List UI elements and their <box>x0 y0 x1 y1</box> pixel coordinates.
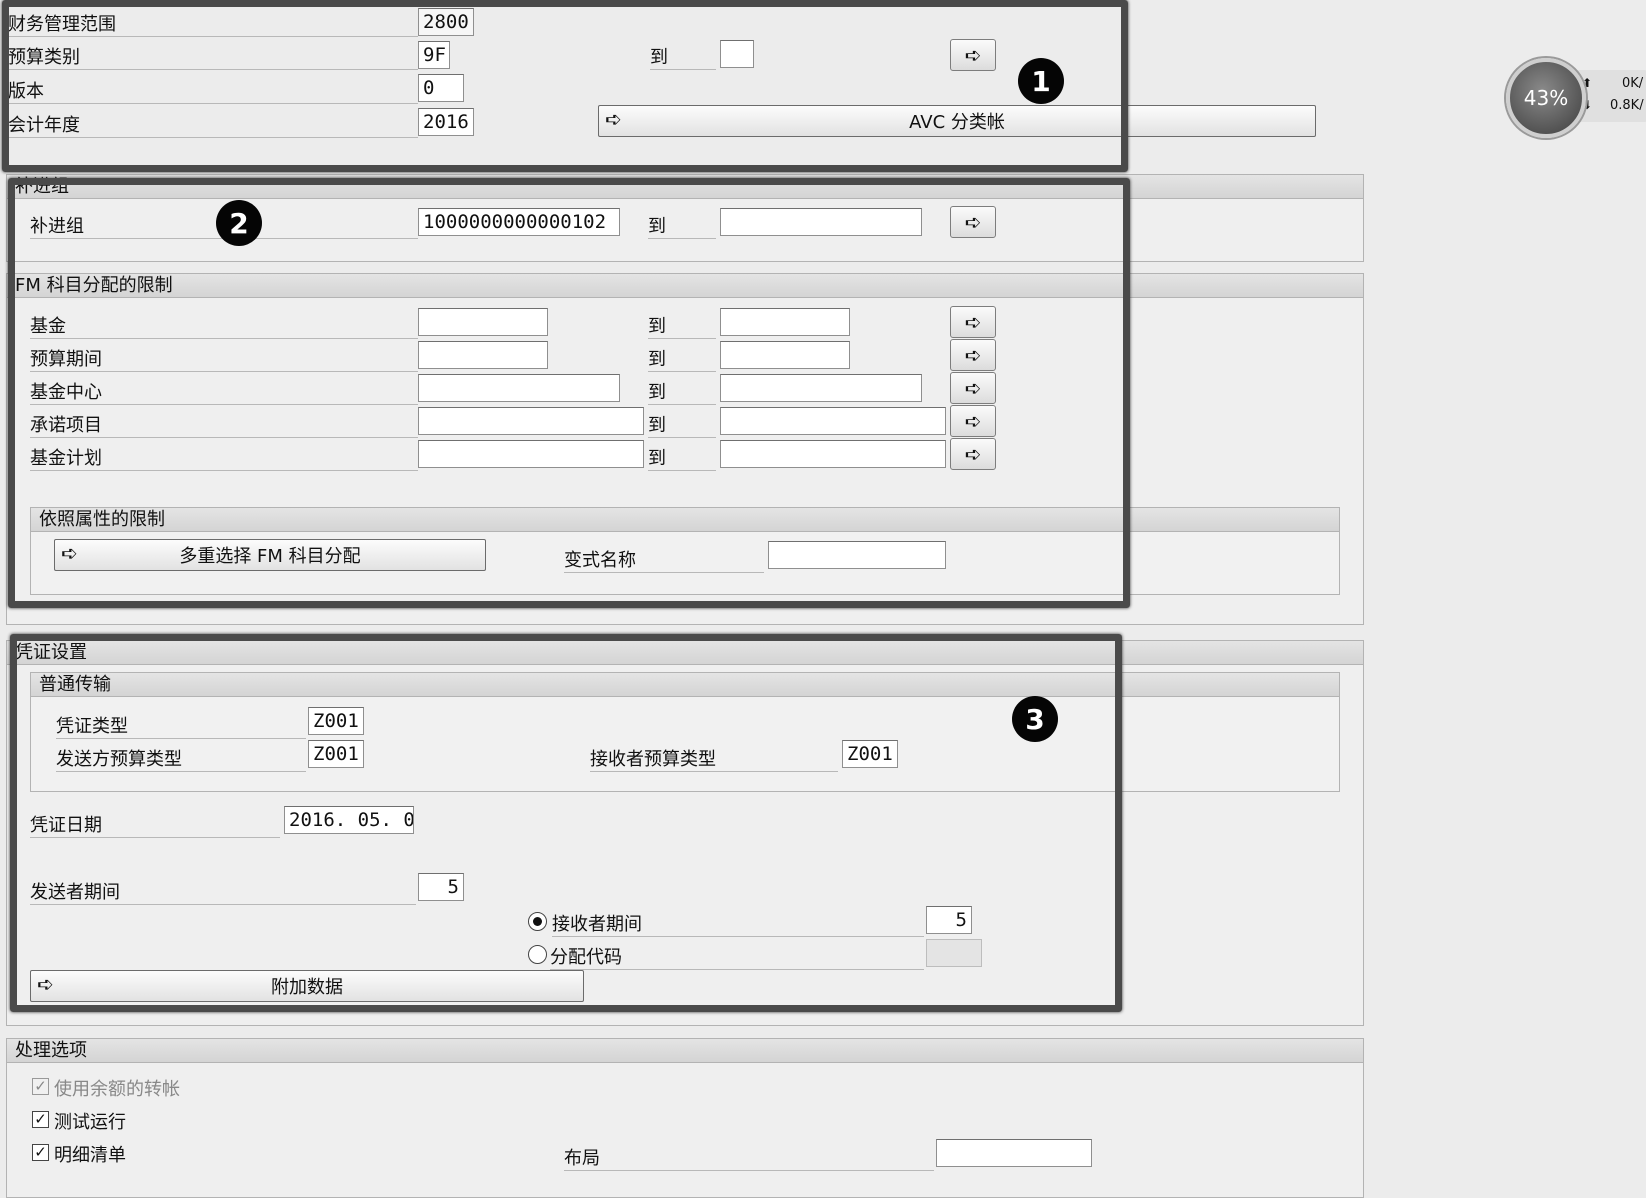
multi-select-arrow-icon: ➪ <box>964 409 982 433</box>
variant-name-field[interactable] <box>768 541 946 569</box>
supplement-group-to-field[interactable] <box>720 208 922 236</box>
supplement-group-from-field[interactable]: 1000000000000102 <box>418 208 620 236</box>
multi-select-arrow-icon: ➪ <box>964 343 982 367</box>
receiver-period-label: 接收者期间 <box>552 910 924 937</box>
document-date-label: 凭证日期 <box>30 811 280 838</box>
fund-center-to-label: 到 <box>648 378 716 405</box>
funded-program-from-field[interactable] <box>418 440 644 468</box>
budget-period-multi-select-button[interactable]: ➪ <box>950 339 996 371</box>
variant-name-label: 变式名称 <box>564 546 764 573</box>
fm-area-label: 财务管理范围 <box>8 10 418 37</box>
multi-select-arrow-icon: ➪ <box>964 210 982 234</box>
upload-speed: 0K/ <box>1622 76 1644 91</box>
distribution-key-label: 分配代码 <box>550 943 924 970</box>
document-type-field[interactable]: Z001 <box>308 707 364 735</box>
version-label: 版本 <box>8 77 418 104</box>
fund-center-multi-select-button[interactable]: ➪ <box>950 372 996 404</box>
funded-program-label: 基金计划 <box>30 444 418 471</box>
distribution-key-field <box>926 939 982 967</box>
detail-list-label: 明细清单 <box>54 1145 126 1166</box>
additional-data-label: 附加数据 <box>271 977 343 998</box>
fm-area-field[interactable]: 2800 <box>418 8 474 36</box>
commitment-item-label: 承诺项目 <box>30 411 418 438</box>
fm-restrictions-header: FM 科目分配的限制 <box>7 274 1363 298</box>
avc-ledger-button-label: AVC 分类帐 <box>909 112 1005 133</box>
multi-select-arrow-icon: ➪ <box>964 442 982 466</box>
document-type-label: 凭证类型 <box>56 712 306 739</box>
receiver-budget-type-field[interactable]: Z001 <box>842 740 898 768</box>
check-icon: ✓ <box>34 1143 47 1161</box>
detail-list-checkbox[interactable]: ✓ <box>32 1144 49 1161</box>
supplement-group-multi-select-button[interactable]: ➪ <box>950 206 996 238</box>
annotation-badge-3: 3 <box>1012 696 1058 742</box>
supplement-group-header: 补进组 <box>7 175 1363 199</box>
general-transfer-header: 普通传输 <box>31 673 1339 697</box>
supplement-group-to-label: 到 <box>648 212 716 239</box>
check-icon: ✓ <box>34 1077 47 1095</box>
receiver-budget-type-label: 接收者预算类型 <box>590 745 838 772</box>
use-balance-checkbox: ✓ <box>32 1078 49 1095</box>
layout-label: 布局 <box>564 1144 934 1171</box>
commitment-item-to-label: 到 <box>648 411 716 438</box>
sender-budget-type-field[interactable]: Z001 <box>308 740 364 768</box>
commitment-item-from-field[interactable] <box>418 407 644 435</box>
budget-category-field[interactable]: 9F <box>418 41 450 69</box>
receiver-period-radio[interactable] <box>528 912 547 931</box>
sender-period-label: 发送者期间 <box>30 878 416 905</box>
fiscal-year-field[interactable]: 2016 <box>418 108 474 136</box>
fund-to-field[interactable] <box>720 308 850 336</box>
fund-center-from-field[interactable] <box>418 374 620 402</box>
layout-field[interactable] <box>936 1139 1092 1167</box>
commitment-item-to-field[interactable] <box>720 407 946 435</box>
additional-data-button[interactable]: ➪ 附加数据 <box>30 970 584 1002</box>
multi-select-arrow-icon: ➪ <box>964 310 982 334</box>
fund-label: 基金 <box>30 312 418 339</box>
fund-center-label: 基金中心 <box>30 378 418 405</box>
budget-period-to-label: 到 <box>648 345 716 372</box>
funded-program-to-field[interactable] <box>720 440 946 468</box>
funded-program-to-label: 到 <box>648 444 716 471</box>
distribution-key-radio[interactable] <box>528 945 547 964</box>
document-settings-header: 凭证设置 <box>7 641 1363 665</box>
receiver-period-field[interactable]: 5 <box>926 906 972 934</box>
fiscal-year-label: 会计年度 <box>8 111 418 138</box>
multi-select-arrow-icon: ➪ <box>605 107 622 131</box>
network-monitor-gauge[interactable]: 43% <box>1506 58 1586 138</box>
avc-ledger-button[interactable]: ➪ AVC 分类帐 <box>598 105 1316 137</box>
check-icon: ✓ <box>34 1110 47 1128</box>
multi-select-arrow-icon: ➪ <box>61 541 78 565</box>
multi-select-fm-assignment-button[interactable]: ➪ 多重选择 FM 科目分配 <box>54 539 486 571</box>
budget-category-label: 预算类别 <box>8 43 418 70</box>
fund-to-label: 到 <box>648 312 716 339</box>
fund-center-to-field[interactable] <box>720 374 922 402</box>
budget-category-to-field[interactable] <box>720 40 754 68</box>
multi-select-arrow-icon: ➪ <box>964 43 982 67</box>
attribute-restriction-header: 依照属性的限制 <box>31 508 1339 532</box>
funded-program-multi-select-button[interactable]: ➪ <box>950 438 996 470</box>
budget-category-multi-select-button[interactable]: ➪ <box>950 39 996 71</box>
budget-category-to-label: 到 <box>650 43 716 70</box>
multi-select-fm-assignment-label: 多重选择 FM 科目分配 <box>179 546 361 567</box>
network-monitor-percent: 43% <box>1523 86 1569 110</box>
budget-period-to-field[interactable] <box>720 341 850 369</box>
annotation-badge-2: 2 <box>216 200 262 246</box>
test-run-label: 测试运行 <box>54 1112 126 1133</box>
test-run-checkbox[interactable]: ✓ <box>32 1111 49 1128</box>
fund-multi-select-button[interactable]: ➪ <box>950 306 996 338</box>
processing-options-header: 处理选项 <box>7 1039 1363 1063</box>
use-balance-label: 使用余额的转帐 <box>54 1079 180 1100</box>
budget-period-from-field[interactable] <box>418 341 548 369</box>
multi-select-arrow-icon: ➪ <box>37 972 54 996</box>
annotation-badge-1: 1 <box>1018 58 1064 104</box>
version-field[interactable]: 0 <box>418 74 464 102</box>
processing-options-box: 处理选项 <box>6 1038 1364 1198</box>
sender-budget-type-label: 发送方预算类型 <box>56 745 306 772</box>
budget-period-label: 预算期间 <box>30 345 418 372</box>
multi-select-arrow-icon: ➪ <box>964 376 982 400</box>
document-date-field[interactable]: 2016. 05. 02 <box>284 806 414 834</box>
fund-from-field[interactable] <box>418 308 548 336</box>
sender-period-field[interactable]: 5 <box>418 873 464 901</box>
download-speed: 0.8K/ <box>1610 98 1644 113</box>
commitment-item-multi-select-button[interactable]: ➪ <box>950 405 996 437</box>
